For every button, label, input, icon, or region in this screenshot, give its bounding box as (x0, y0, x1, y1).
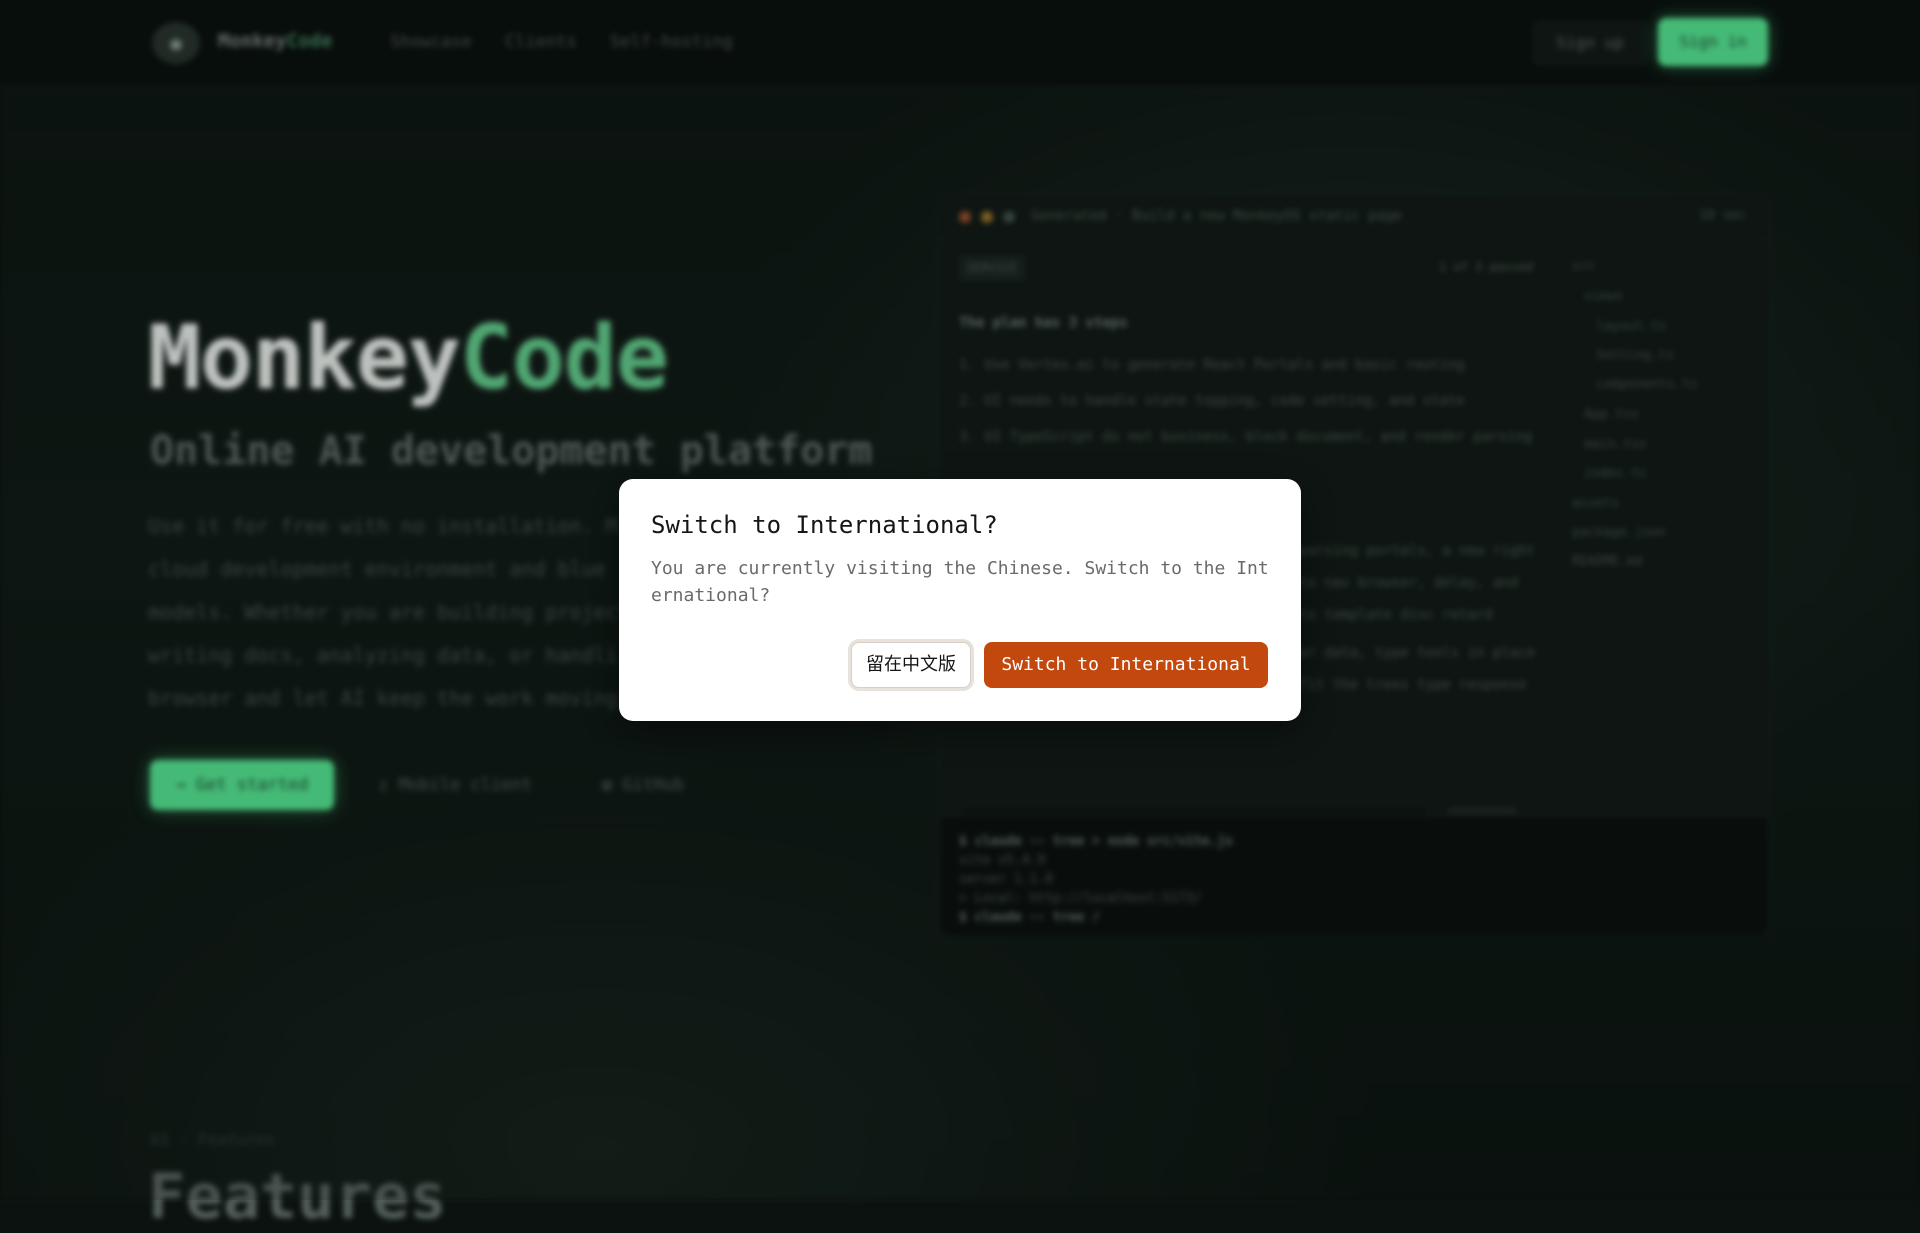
stay-chinese-button[interactable]: 留在中文版 (851, 642, 971, 688)
switch-international-button[interactable]: Switch to International (984, 642, 1268, 688)
dialog-title: Switch to International? (651, 511, 998, 539)
language-switch-dialog: Switch to International? You are current… (619, 479, 1301, 721)
dialog-message: You are currently visiting the Chinese. … (651, 558, 1269, 606)
